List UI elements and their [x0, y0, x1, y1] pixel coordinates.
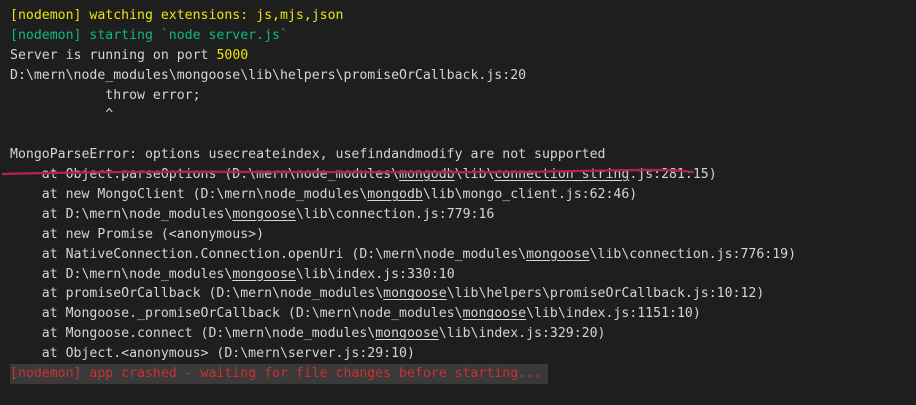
nodemon-starting-line: [nodemon] starting `node server.js`	[10, 27, 288, 43]
throw-error-line: throw error;	[10, 87, 201, 103]
module-name: mongoose	[232, 206, 296, 222]
stack-trace-line: at Mongoose._promiseOrCallback (D:\mern\…	[10, 304, 916, 324]
nodemon-watching-line: [nodemon] watching extensions: js,mjs,js…	[10, 8, 344, 23]
stack-text: at D:\mern\node_modules\	[10, 206, 233, 222]
stack-text: at D:\mern\node_modules\	[10, 266, 233, 282]
port-number: 5000	[216, 47, 249, 63]
error-location-line: D:\mern\node_modules\mongoose\lib\helper…	[10, 67, 527, 83]
stack-text: at Mongoose.connect (D:\mern\node_module…	[10, 326, 376, 342]
stack-trace-line: at Mongoose.connect (D:\mern\node_module…	[10, 324, 916, 344]
stack-text: \lib\connection.js:776:19)	[589, 246, 797, 262]
stack-text: .js:281:15)	[629, 167, 717, 183]
stack-trace-line: at D:\mern\node_modules\mongoose\lib\con…	[10, 205, 916, 225]
file-name: connection_string	[494, 167, 630, 183]
mongo-parse-error-line: MongoParseError: options usecreateindex,…	[10, 147, 606, 163]
module-name: mongodb	[399, 167, 455, 183]
stack-text: at Object.parseOptions (D:\mern\node_mod…	[10, 167, 400, 183]
stack-trace-line: at Object.parseOptions (D:\mern\node_mod…	[10, 165, 916, 185]
stack-text: at promiseOrCallback (D:\mern\node_modul…	[10, 286, 384, 302]
stack-text: \lib\connection.js:779:16	[295, 206, 495, 222]
app-crashed-text: [nodemon] app crashed - waiting for file…	[10, 364, 548, 384]
module-name: mongodb	[367, 187, 423, 203]
stack-text: \lib\helpers\promiseOrCallback.js:10:12)	[446, 286, 765, 302]
stack-trace-line: at D:\mern\node_modules\mongoose\lib\ind…	[10, 265, 916, 285]
stack-trace-line: at NativeConnection.Connection.openUri (…	[10, 245, 916, 265]
terminal-output[interactable]: [nodemon] watching extensions: js,mjs,js…	[0, 0, 916, 405]
module-name: mongoose	[232, 266, 296, 282]
stack-text: \lib\index.js:329:20)	[438, 326, 606, 342]
module-name: mongoose	[462, 306, 527, 322]
stack-trace-line: at Object.<anonymous> (D:\mern\server.js…	[10, 346, 415, 362]
stack-trace-line: at promiseOrCallback (D:\mern\node_modul…	[10, 284, 916, 304]
stack-text: \lib\mongo_client.js:62:46)	[422, 187, 638, 203]
module-name: mongoose	[375, 326, 439, 342]
module-name: mongoose	[526, 246, 590, 262]
stack-text: at Mongoose._promiseOrCallback (D:\mern\…	[10, 306, 463, 322]
stack-trace-line: at new Promise (<anonymous>)	[10, 226, 265, 242]
caret-line: ^	[10, 107, 114, 123]
stack-text: at NativeConnection.Connection.openUri (…	[10, 246, 527, 262]
stack-text: \lib\index.js:1151:10)	[526, 306, 701, 322]
server-running-text: Server is running on port	[10, 47, 217, 63]
stack-text: at new MongoClient (D:\mern\node_modules…	[10, 187, 368, 203]
stack-text: \lib\index.js:330:10	[295, 266, 455, 282]
stack-text: \lib\	[454, 167, 495, 183]
stack-trace-line: at new MongoClient (D:\mern\node_modules…	[10, 185, 916, 205]
module-name: mongoose	[383, 286, 447, 302]
server-running-line: Server is running on port 5000	[10, 46, 916, 66]
app-crashed-line: [nodemon] app crashed - waiting for file…	[10, 364, 916, 384]
